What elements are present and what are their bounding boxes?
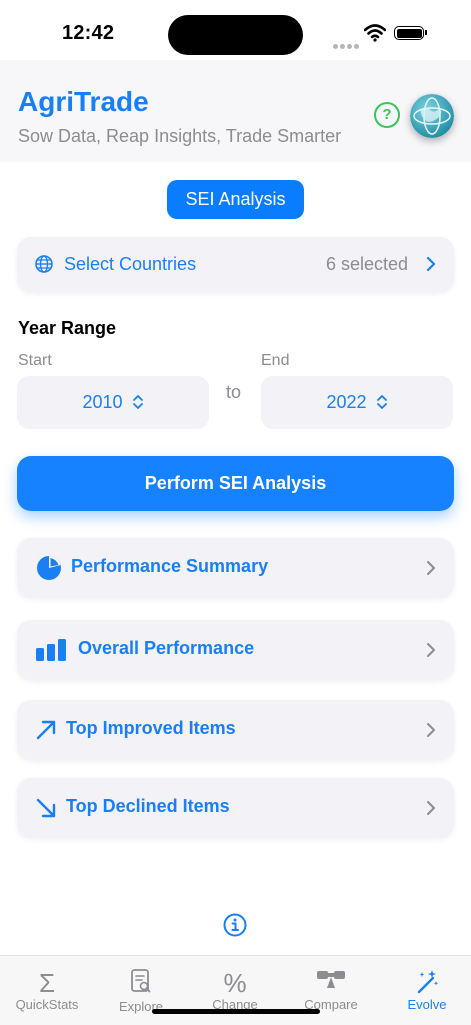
end-label: End: [261, 352, 290, 369]
start-year-value: 2010: [82, 392, 123, 412]
arrow-up-right-icon: [36, 720, 56, 740]
arrow-down-right-icon: [36, 798, 56, 818]
app-header: AgriTrade Sow Data, Reap Insights, Trade…: [0, 60, 471, 162]
status-bar: 12:42: [0, 0, 471, 60]
chevron-right-icon: [427, 561, 435, 575]
performance-summary-row[interactable]: Performance Summary: [17, 538, 454, 598]
scale-icon: [284, 968, 378, 998]
tab-compare[interactable]: Compare: [284, 956, 378, 1025]
dynamic-island: [168, 15, 303, 55]
top-improved-items-label: Top Improved Items: [66, 718, 236, 738]
overall-performance-label: Overall Performance: [78, 638, 255, 658]
select-countries-row[interactable]: Select Countries 6 selected: [17, 237, 454, 292]
tab-quickstats[interactable]: Σ QuickStats: [0, 956, 94, 1025]
select-countries-label: Select Countries: [64, 254, 197, 274]
chevron-right-icon: [427, 643, 435, 657]
start-label: Start: [18, 352, 52, 369]
bar-chart-icon: [36, 639, 66, 661]
app-logo-globe-icon[interactable]: [410, 94, 454, 138]
up-down-chevron-icon: [376, 395, 387, 409]
up-down-chevron-icon: [132, 395, 143, 409]
performance-summary-label: Performance Summary: [71, 556, 269, 576]
year-range-title: Year Range: [18, 318, 117, 338]
tab-bar: Σ QuickStats Explore % Change Compare Ev…: [0, 955, 471, 1025]
globe-icon: [35, 255, 53, 273]
info-icon[interactable]: [223, 913, 247, 937]
to-label: to: [226, 382, 242, 402]
help-question-icon[interactable]: ?: [374, 102, 400, 128]
tab-change[interactable]: % Change: [188, 956, 282, 1025]
end-year-picker[interactable]: 2022: [261, 376, 453, 429]
sparkles-icon: [380, 968, 471, 998]
end-year-value: 2022: [326, 392, 367, 412]
chevron-right-icon: [427, 801, 435, 815]
wifi-icon: [364, 24, 386, 42]
app-title: AgriTrade: [18, 86, 149, 117]
sigma-icon: Σ: [38, 968, 56, 998]
status-time: 12:42: [62, 22, 115, 44]
sei-analysis-segment[interactable]: SEI Analysis: [167, 180, 304, 219]
top-declined-items-label: Top Declined Items: [66, 796, 230, 816]
chevron-right-icon: [427, 723, 435, 737]
tab-evolve[interactable]: Evolve: [380, 956, 471, 1025]
tab-label: Evolve: [407, 997, 447, 1012]
overall-performance-row[interactable]: Overall Performance: [17, 620, 454, 680]
top-declined-items-row[interactable]: Top Declined Items: [17, 778, 454, 838]
home-indicator: [152, 1009, 320, 1014]
tab-explore[interactable]: Explore: [94, 956, 188, 1025]
tab-label: QuickStats: [15, 997, 79, 1012]
pie-chart-icon: [37, 556, 61, 580]
cellular-signal-icon: [333, 36, 361, 54]
selected-count: 6 selected: [325, 254, 408, 274]
start-year-picker[interactable]: 2010: [17, 376, 209, 429]
top-improved-items-row[interactable]: Top Improved Items: [17, 700, 454, 760]
app-subtitle: Sow Data, Reap Insights, Trade Smarter: [18, 126, 342, 146]
chevron-right-icon: [426, 256, 436, 272]
battery-icon: [394, 26, 427, 40]
percent-icon: %: [223, 968, 247, 998]
perform-sei-analysis-button[interactable]: Perform SEI Analysis: [17, 456, 454, 511]
document-search-icon: [94, 968, 188, 998]
